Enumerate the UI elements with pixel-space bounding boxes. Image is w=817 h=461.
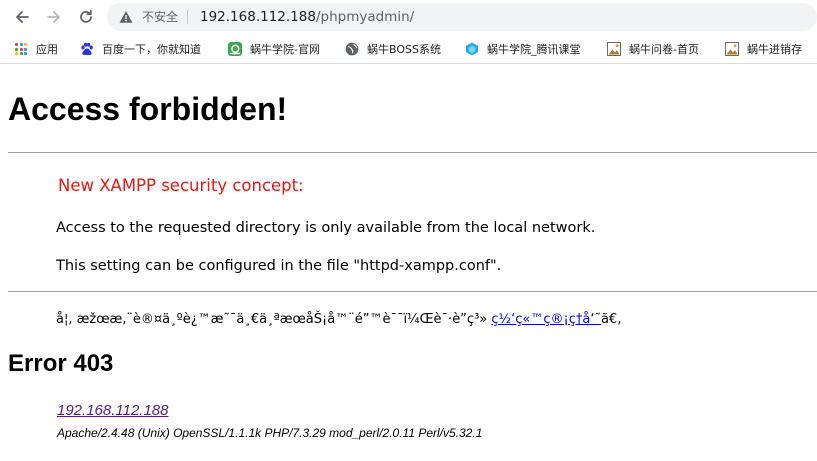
not-secure-label[interactable]: 不安全 [142, 9, 178, 25]
bookmark-label: 百度一下，你就知道 [102, 43, 201, 56]
apps-grid-icon [14, 42, 28, 56]
server-signature: Apache/2.4.48 (Unix) OpenSSL/1.1.1k PHP/… [57, 426, 483, 440]
browser-toolbar: 不安全 192.168.112.188/phpmyadmin/ [0, 0, 817, 34]
bookmark-label: 蜗牛BOSS系统 [367, 43, 441, 56]
garbled-text: å¦, æžœæ‚¨è®¤ä¸ºè¿™æ˜¯ä¸€ä¸ªæœåŠ¡å™¨é”™è… [56, 312, 488, 327]
bookmark-apps[interactable]: 应用 [14, 39, 58, 59]
baidu-paw-icon [81, 42, 93, 56]
garbled-contact-message: å¦, æžœæ‚¨è®¤ä¸ºè¿™æ˜¯ä¸€ä¸ªæœåŠ¡å™¨é”™è… [56, 310, 621, 330]
omnibox-divider [187, 10, 188, 24]
bookmark-snail-survey[interactable]: 蜗牛问卷-首页 [607, 39, 699, 59]
bookmark-label: 蜗牛学院_腾讯课堂 [487, 43, 581, 56]
bookmark-label: 蜗牛学院-官网 [250, 43, 320, 56]
reload-icon [80, 9, 92, 23]
bookmarks-bar: 应用 百度一下，你就知道 蜗牛学院-官网 蜗牛BOSS系统 蜗牛学院_腾讯课堂 … [0, 34, 817, 64]
warning-triangle-icon[interactable] [119, 10, 133, 24]
arrow-left-icon [16, 11, 29, 23]
url-text[interactable]: 192.168.112.188/phpmyadmin/ [200, 8, 414, 26]
bookmark-baidu[interactable]: 百度一下，你就知道 [80, 39, 201, 59]
arrow-right-icon [47, 11, 60, 23]
url-path: /phpmyadmin/ [315, 9, 415, 25]
forward-button[interactable] [43, 6, 65, 28]
bookmark-tencent-classroom[interactable]: 蜗牛学院_腾讯课堂 [465, 39, 581, 59]
garbled-tail: ã€‚ [600, 312, 622, 327]
bookmark-snail-official[interactable]: 蜗牛学院-官网 [228, 39, 320, 59]
globe-icon [345, 42, 359, 56]
webmaster-link[interactable]: ç½‘ç«™ç®¡ç†å‘˜ [491, 312, 601, 327]
back-button[interactable] [11, 6, 33, 28]
bookmark-snail-inventory[interactable]: 蜗牛进销存 [725, 39, 802, 59]
bookmark-label: 蜗牛问卷-首页 [629, 43, 699, 56]
server-address-link[interactable]: 192.168.112.188 [57, 401, 169, 421]
config-message: This setting can be configured in the fi… [56, 258, 502, 274]
green-snail-icon [228, 42, 242, 56]
bookmark-label: 蜗牛进销存 [747, 43, 802, 56]
access-message: Access to the requested directory is onl… [56, 220, 596, 236]
divider-top [8, 152, 817, 153]
reload-button[interactable] [75, 6, 97, 28]
address-bar[interactable]: 不安全 192.168.112.188/phpmyadmin/ [107, 3, 817, 31]
page-image-icon [725, 42, 739, 56]
error-heading: Error 403 [8, 350, 114, 377]
tencent-classroom-icon [466, 42, 478, 56]
url-host: 192.168.112.188 [200, 9, 316, 25]
divider-bottom [8, 291, 817, 292]
page-image-icon [607, 42, 621, 56]
security-concept-heading: New XAMPP security concept: [58, 176, 304, 195]
bookmark-snail-boss[interactable]: 蜗牛BOSS系统 [345, 39, 441, 59]
bookmark-label: 应用 [36, 43, 58, 56]
page-title: Access forbidden! [8, 91, 288, 127]
